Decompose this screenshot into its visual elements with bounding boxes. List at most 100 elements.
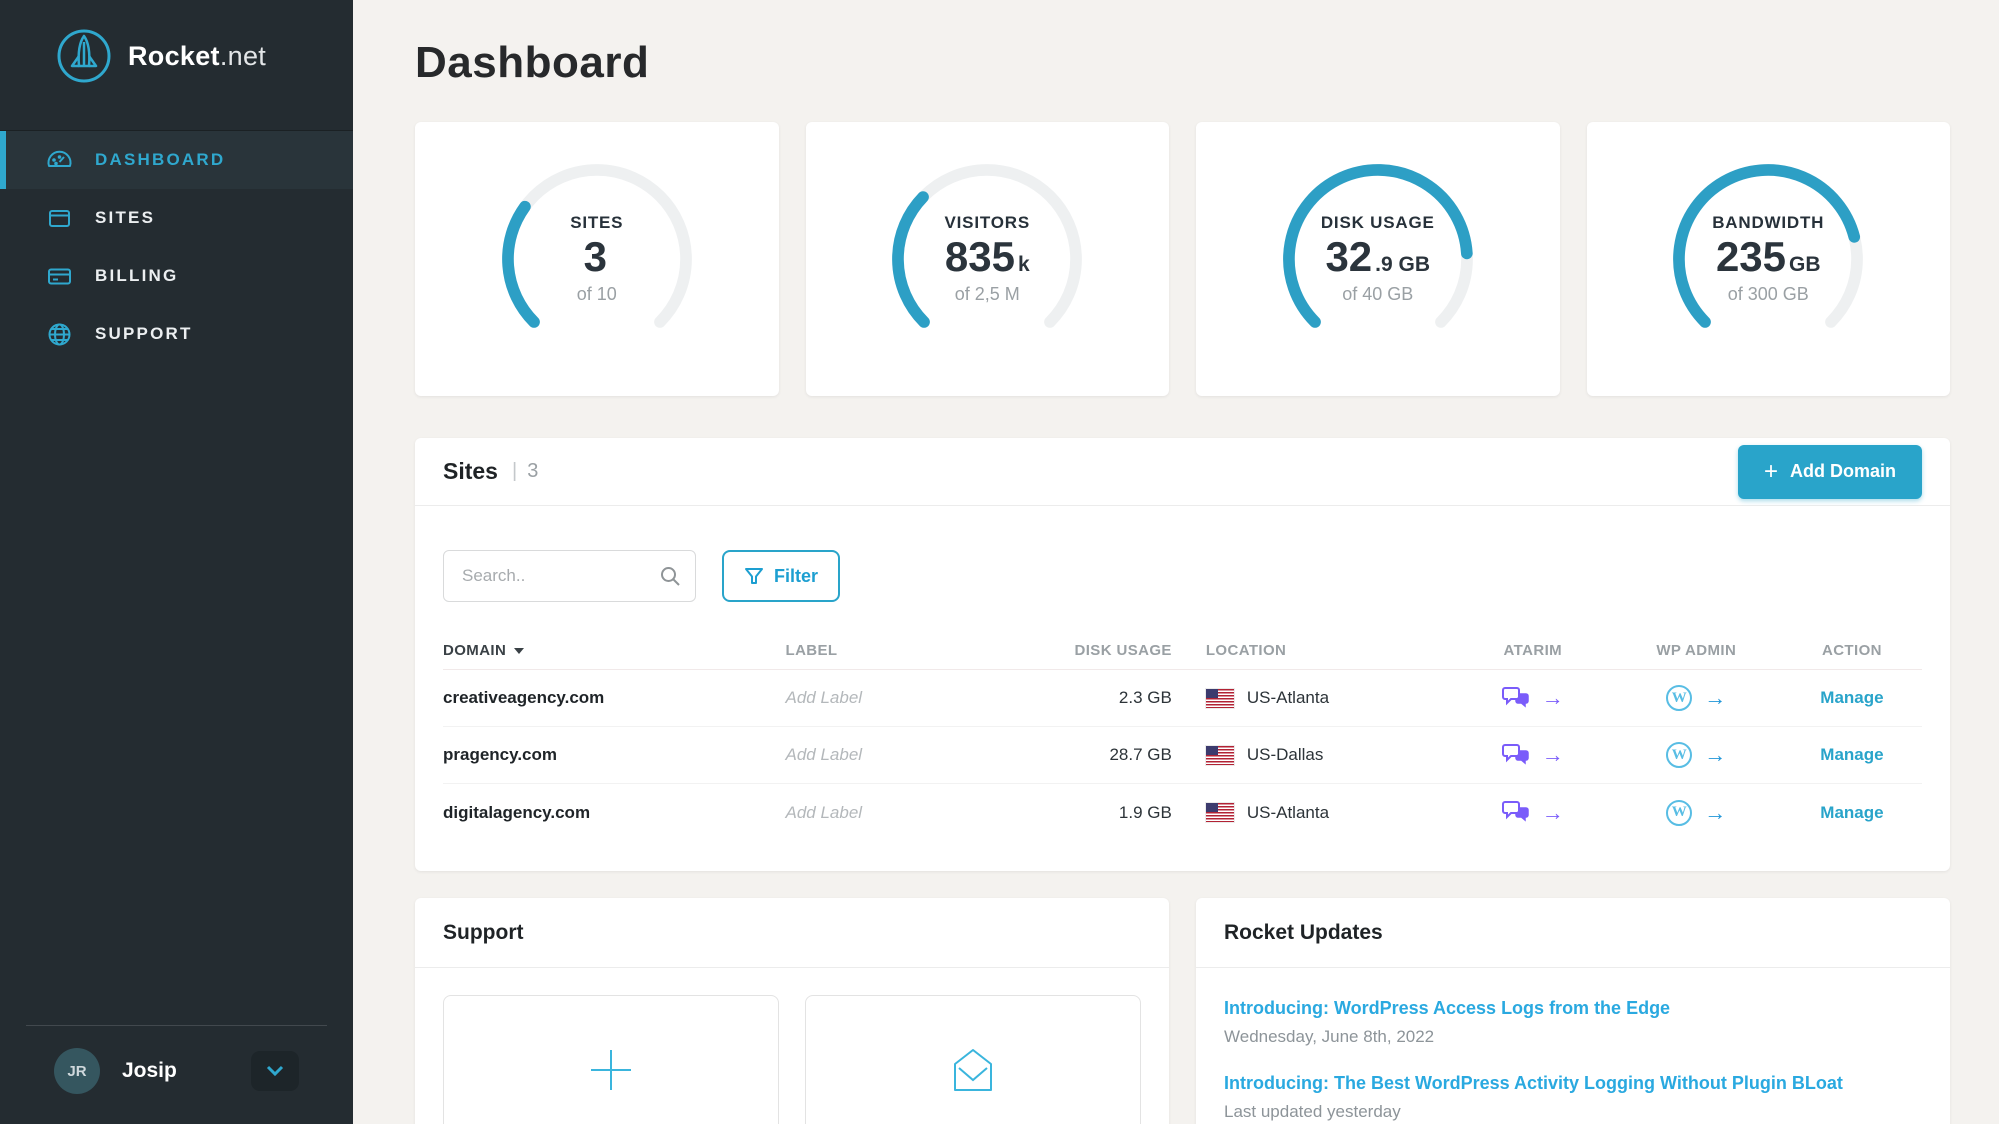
manage-link[interactable]: Manage	[1782, 803, 1922, 823]
wp-admin-cell[interactable]: W →	[1611, 685, 1782, 711]
brand-logo: Rocket.net	[0, 0, 353, 112]
gauge-label: SITES	[570, 213, 623, 233]
browser-icon	[46, 205, 73, 232]
sidebar-item-support[interactable]: SUPPORT	[0, 305, 353, 363]
arrow-right-icon: →	[1542, 687, 1564, 709]
sites-title-divider: |	[512, 460, 517, 483]
gauge-label: BANDWIDTH	[1712, 213, 1824, 233]
gauge-label: VISITORS	[945, 213, 1030, 233]
search-box	[443, 550, 696, 602]
brand-name: Rocket.net	[128, 41, 266, 72]
gauge-value: 235GB	[1716, 233, 1821, 281]
arrow-right-icon: →	[1542, 802, 1564, 824]
atarim-chat-icon	[1502, 684, 1530, 713]
updates-title: Rocket Updates	[1196, 898, 1950, 968]
support-panel: Support Create Ticket View Tickets	[415, 898, 1169, 1124]
sidebar-item-label: SUPPORT	[95, 324, 193, 344]
sidebar-nav: DASHBOARD SITES BILLING SUPPORT	[0, 130, 353, 363]
sites-card: Sites | 3 + Add Domain Filter DOMAIN	[415, 438, 1950, 871]
wordpress-icon: W	[1666, 800, 1692, 826]
column-header-label: LABEL	[786, 642, 1020, 659]
funnel-icon	[744, 566, 764, 586]
update-link[interactable]: Introducing: The Best WordPress Activity…	[1224, 1073, 1922, 1094]
user-menu-button[interactable]	[251, 1051, 299, 1091]
update-item: Introducing: WordPress Access Logs from …	[1224, 998, 1922, 1047]
location-cell: US-Atlanta	[1206, 803, 1455, 823]
manage-link[interactable]: Manage	[1782, 688, 1922, 708]
column-header-domain[interactable]: DOMAIN	[443, 642, 786, 659]
manage-link[interactable]: Manage	[1782, 745, 1922, 765]
bottom-row: Support Create Ticket View Tickets Rocke…	[415, 898, 1950, 1124]
domain-cell[interactable]: digitalagency.com	[443, 803, 786, 823]
table-row: creativeagency.com Add Label 2.3 GB US-A…	[443, 670, 1922, 727]
sidebar-item-dashboard[interactable]: DASHBOARD	[0, 131, 353, 189]
page-title: Dashboard	[415, 38, 1950, 88]
us-flag-icon	[1206, 689, 1234, 708]
sidebar-item-label: SITES	[95, 208, 155, 228]
add-label-field[interactable]: Add Label	[786, 688, 1020, 708]
credit-card-icon	[46, 263, 73, 290]
sites-table: DOMAIN LABEL DISK USAGE LOCATION ATARIM …	[415, 632, 1950, 871]
disk-usage-cell: 28.7 GB	[1019, 745, 1206, 765]
location-cell: US-Atlanta	[1206, 688, 1455, 708]
arrow-right-icon: →	[1704, 802, 1726, 824]
atarim-cell[interactable]: →	[1455, 798, 1611, 827]
filter-button[interactable]: Filter	[722, 550, 840, 602]
us-flag-icon	[1206, 803, 1234, 822]
gauge-sub: of 2,5 M	[955, 284, 1020, 305]
sidebar-item-billing[interactable]: BILLING	[0, 247, 353, 305]
rocket-logo-icon	[56, 28, 112, 84]
add-label-field[interactable]: Add Label	[786, 745, 1020, 765]
add-label-field[interactable]: Add Label	[786, 803, 1020, 823]
stat-card-disk-usage: DISK USAGE 32.9 GB of 40 GB	[1196, 122, 1560, 396]
arrow-right-icon: →	[1704, 744, 1726, 766]
add-domain-button[interactable]: + Add Domain	[1738, 445, 1922, 499]
stat-card-sites: SITES 3 of 10	[415, 122, 779, 396]
view-tickets-button[interactable]: View Tickets	[805, 995, 1141, 1124]
plus-icon: +	[1764, 460, 1778, 484]
atarim-cell[interactable]: →	[1455, 741, 1611, 770]
disk-usage-cell: 2.3 GB	[1019, 688, 1206, 708]
search-icon	[658, 564, 682, 588]
stats-row: SITES 3 of 10 VISITORS 835k of 2,5 M D	[415, 122, 1950, 396]
arrow-right-icon: →	[1704, 687, 1726, 709]
atarim-cell[interactable]: →	[1455, 684, 1611, 713]
sort-caret-icon	[514, 648, 524, 654]
table-header-row: DOMAIN LABEL DISK USAGE LOCATION ATARIM …	[443, 632, 1922, 670]
envelope-icon	[945, 1042, 1001, 1103]
column-header-disk: DISK USAGE	[1019, 642, 1206, 659]
update-link[interactable]: Introducing: WordPress Access Logs from …	[1224, 998, 1922, 1019]
table-row: pragency.com Add Label 28.7 GB US-Dallas…	[443, 727, 1922, 784]
wordpress-icon: W	[1666, 742, 1692, 768]
sites-toolbar: Filter	[415, 506, 1950, 632]
support-title: Support	[415, 898, 1169, 968]
gauge-value: 3	[584, 233, 610, 281]
gauge-sub: of 300 GB	[1728, 284, 1809, 305]
sidebar-item-label: BILLING	[95, 266, 178, 286]
wp-admin-cell[interactable]: W →	[1611, 742, 1782, 768]
table-row: digitalagency.com Add Label 1.9 GB US-At…	[443, 784, 1922, 841]
domain-cell[interactable]: creativeagency.com	[443, 688, 786, 708]
wp-admin-cell[interactable]: W →	[1611, 800, 1782, 826]
gauge-label: DISK USAGE	[1321, 213, 1435, 233]
sidebar-item-sites[interactable]: SITES	[0, 189, 353, 247]
create-ticket-button[interactable]: Create Ticket	[443, 995, 779, 1124]
gauge-value: 32.9 GB	[1325, 233, 1430, 281]
stat-card-bandwidth: BANDWIDTH 235GB of 300 GB	[1587, 122, 1951, 396]
sidebar-item-label: DASHBOARD	[95, 150, 225, 170]
stat-card-visitors: VISITORS 835k of 2,5 M	[806, 122, 1170, 396]
gauge-value: 835k	[945, 233, 1030, 281]
gauge-sub: of 10	[577, 284, 617, 305]
sites-title: Sites	[443, 458, 498, 485]
domain-cell[interactable]: pragency.com	[443, 745, 786, 765]
sites-count: 3	[527, 460, 538, 483]
update-item: Introducing: The Best WordPress Activity…	[1224, 1073, 1922, 1122]
rocket-updates-panel: Rocket Updates Introducing: WordPress Ac…	[1196, 898, 1950, 1124]
gauge-sub: of 40 GB	[1342, 284, 1413, 305]
sites-card-header: Sites | 3 + Add Domain	[415, 438, 1950, 506]
user-panel: JR Josip	[26, 1025, 327, 1124]
user-name: Josip	[122, 1059, 177, 1083]
location-cell: US-Dallas	[1206, 745, 1455, 765]
disk-usage-cell: 1.9 GB	[1019, 803, 1206, 823]
column-header-atarim: ATARIM	[1455, 642, 1611, 659]
